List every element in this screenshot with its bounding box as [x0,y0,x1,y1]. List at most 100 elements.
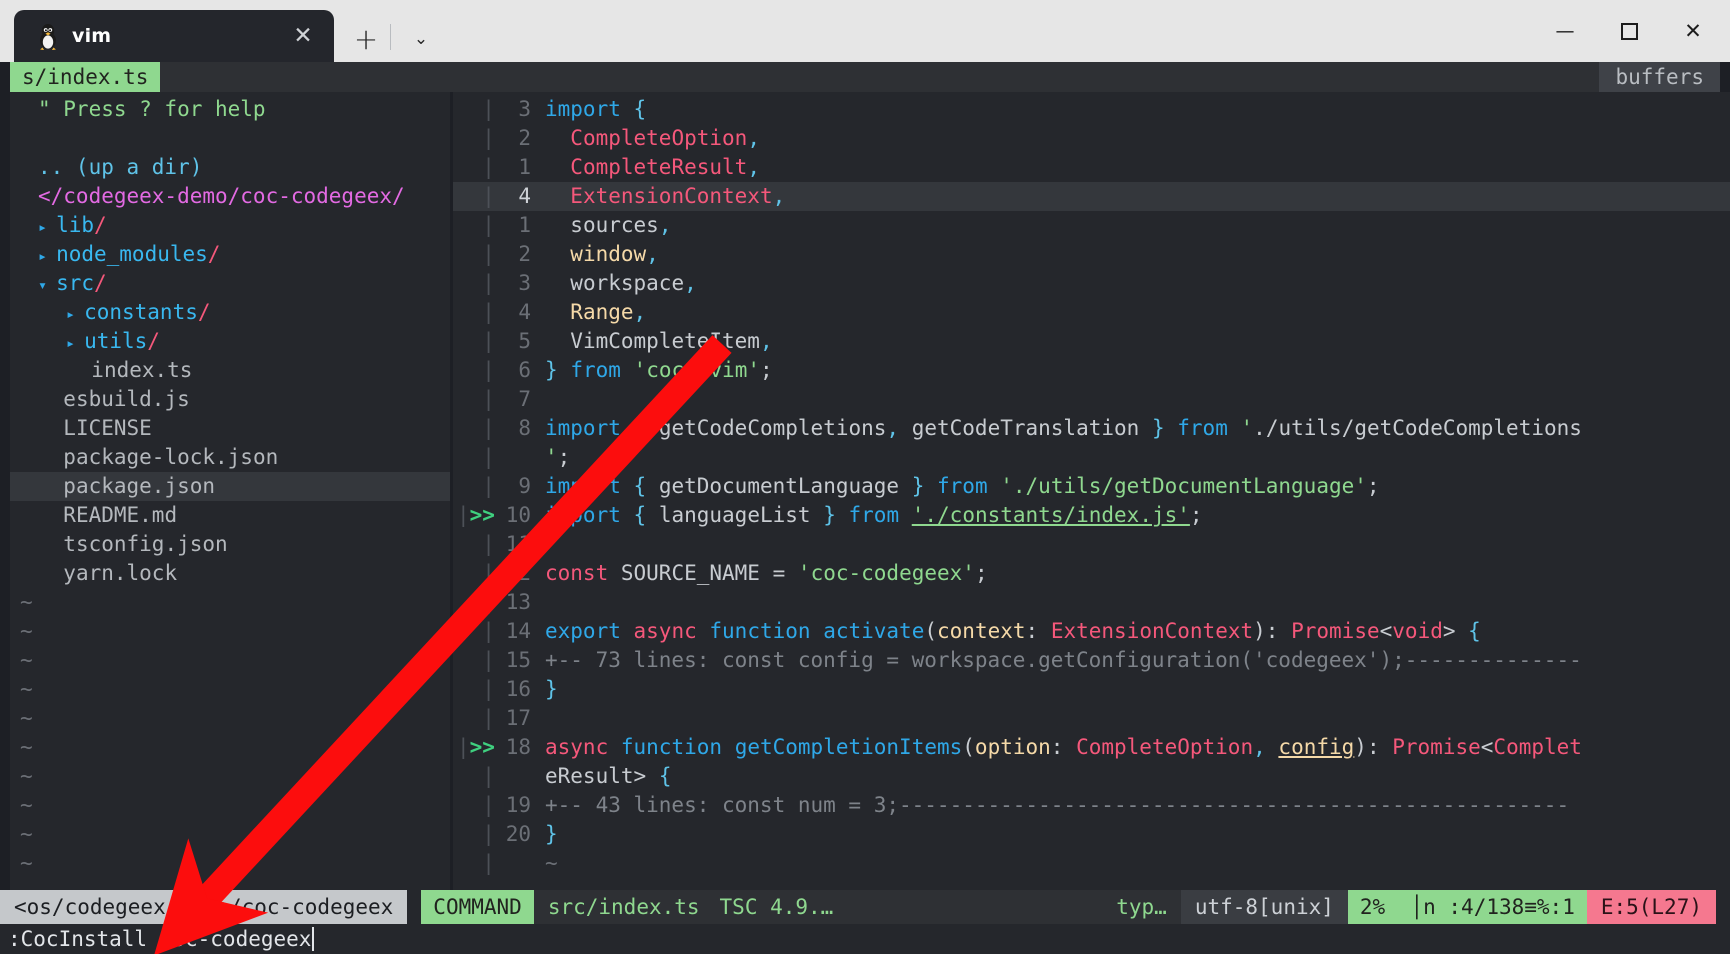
chevron-right-icon[interactable]: ▸ [38,218,56,236]
explorer-filler-tilde: ~ [20,735,33,759]
left-gutter [0,92,10,890]
explorer-item-utils[interactable]: ▸ utils/ [10,327,450,356]
code-line[interactable]: | 1 CompleteResult, [453,153,1730,182]
fold-column-bar: | [457,445,495,469]
code-line-text: const SOURCE_NAME = 'coc-codegeex'; [545,561,988,585]
code-line-text: sources, [570,213,672,237]
code-line-list: | 3 import { | 2 CompleteOption, | 1 Complet… [453,95,1730,878]
code-line[interactable]: | eResult> { [453,762,1730,791]
code-line-text: async function getCompletionItems(option… [545,735,1582,759]
explorer-item-slash: / [197,300,211,324]
code-line[interactable]: | 2 CompleteOption, [453,124,1730,153]
vim-tabline-inner: s/index.ts buffers [10,62,1720,92]
status-cwd: <os/codegeex-demo/coc-codegeex [0,890,408,924]
chevron-down-icon[interactable]: ▾ [38,276,56,294]
code-editor-pane[interactable]: | 3 import { | 2 CompleteOption, | 1 Complet… [453,92,1730,890]
status-filetype: typ… [1102,890,1181,924]
fold-column-bar: | [457,764,495,788]
code-line[interactable]: | 5 VimCompleteItem, [453,327,1730,356]
maximize-button[interactable] [1606,8,1652,54]
diagnostic-sign-icon[interactable]: |>> [453,733,499,762]
code-line[interactable]: | 17 [453,704,1730,733]
code-line[interactable]: | ~ [453,849,1730,878]
explorer-item-lib[interactable]: ▸ lib/ [10,211,450,240]
line-number: 4 [518,184,531,208]
explorer-item-label: yarn.lock [63,561,178,585]
window-titlebar: vim ✕ + ⌄ — ✕ [0,0,1730,62]
code-line[interactable]: | 4 Range, [453,298,1730,327]
code-line-text: CompleteOption, [570,126,760,150]
vim-tabline-buffers-label[interactable]: buffers [1599,62,1720,92]
line-number: 12 [505,561,531,585]
chevron-right-icon[interactable]: ▸ [38,247,56,265]
code-line[interactable]: | 11 [453,530,1730,559]
code-line[interactable]: | 16} [453,675,1730,704]
explorer-item-list: ▸ lib/▸ node_modules/▾ src/▸ constants/▸… [10,211,450,588]
new-tab-button[interactable]: + [344,16,388,62]
code-line[interactable]: |>> 10 import { languageList } from './con… [453,501,1730,530]
code-line[interactable]: | 20} [453,820,1730,849]
explorer-up-a-dir[interactable]: .. (up a dir) [10,153,450,182]
close-icon[interactable]: ✕ [286,19,320,53]
fold-column-bar: | [457,271,495,295]
code-line[interactable]: | 2 window, [453,240,1730,269]
explorer-item-constants[interactable]: ▸ constants/ [10,298,450,327]
explorer-item-package-lock-json[interactable]: package-lock.json [10,443,450,472]
code-line-text: import { [545,97,647,121]
explorer-item-label: package-lock.json [63,445,279,469]
fold-column-bar: | [457,822,495,846]
chevron-right-icon[interactable]: ▸ [66,305,84,323]
explorer-item-readme-md[interactable]: README.md [10,501,450,530]
code-line-text: } [545,677,558,701]
code-line-text: } from 'coc.nvim'; [545,358,773,382]
line-number: 1 [518,155,531,179]
explorer-item-license[interactable]: LICENSE [10,414,450,443]
code-line[interactable]: | 6} from 'coc.nvim'; [453,356,1730,385]
explorer-item-yarn-lock[interactable]: yarn.lock [10,559,450,588]
window-close-button[interactable]: ✕ [1670,8,1716,54]
code-line[interactable]: | 1 sources, [453,211,1730,240]
explorer-item-slash: / [147,329,160,353]
code-line[interactable]: | 15 +-- 73 lines: const config = workspac… [453,646,1730,675]
code-line[interactable]: | 9 import { getDocumentLanguage } from '.… [453,472,1730,501]
explorer-filler-tilde: ~ [20,851,33,875]
code-line[interactable]: | 3 import { [453,95,1730,124]
line-number: 3 [518,97,531,121]
maximize-icon [1620,22,1638,40]
code-line[interactable]: | 8 import { getCodeCompletions, getCodeTr… [453,414,1730,443]
explorer-filler-tilde: ~ [20,706,33,730]
explorer-item-node-modules[interactable]: ▸ node_modules/ [10,240,450,269]
code-line[interactable]: | 7 [453,385,1730,414]
line-number: 18 [505,735,531,759]
explorer-item-index-ts[interactable]: index.ts [10,356,450,385]
line-number: 2 [518,242,531,266]
explorer-item-src[interactable]: ▾ src/ [10,269,450,298]
code-line[interactable]: | 4 ExtensionContext, [453,182,1730,211]
code-line-text: '; [545,445,571,469]
chevron-down-icon[interactable]: ⌄ [399,16,443,62]
window-tab-vim[interactable]: vim ✕ [14,10,334,62]
explorer-item-label: constants [84,300,198,324]
vim-tab-active[interactable]: s/index.ts [10,62,161,92]
code-line-text: workspace, [570,271,697,295]
minimize-button[interactable]: — [1542,8,1588,54]
status-encoding: utf-8[unix] [1180,890,1348,924]
code-line[interactable]: | 14 export async function activate(contex… [453,617,1730,646]
explorer-item-package-json[interactable]: package.json [10,472,450,501]
explorer-item-esbuild-js[interactable]: esbuild.js [10,385,450,414]
code-line[interactable]: | 12 const SOURCE_NAME = 'coc-codegeex'; [453,559,1730,588]
code-line[interactable]: | 19 +-- 43 lines: const num = 3;---------… [453,791,1730,820]
chevron-right-icon[interactable]: ▸ [66,334,84,352]
vim-command-line[interactable]: :CocInstall coc-codegeex [0,924,1730,954]
code-line[interactable]: | 3 workspace, [453,269,1730,298]
file-explorer-pane[interactable]: " Press ? for help .. (up a dir) </codeg… [10,92,450,890]
diagnostic-sign-icon[interactable]: |>> [453,501,499,530]
code-line[interactable]: |>> 18 async function getCompletionItems(o… [453,733,1730,762]
explorer-item-tsconfig-json[interactable]: tsconfig.json [10,530,450,559]
explorer-filler-tilde: ~ [20,764,33,788]
tabbar-divider [390,24,391,50]
code-line[interactable]: | '; [453,443,1730,472]
explorer-item-label: README.md [63,503,178,527]
code-line[interactable]: | 13 [453,588,1730,617]
explorer-root-path[interactable]: </codegeex-demo/coc-codegeex/ [10,182,450,211]
